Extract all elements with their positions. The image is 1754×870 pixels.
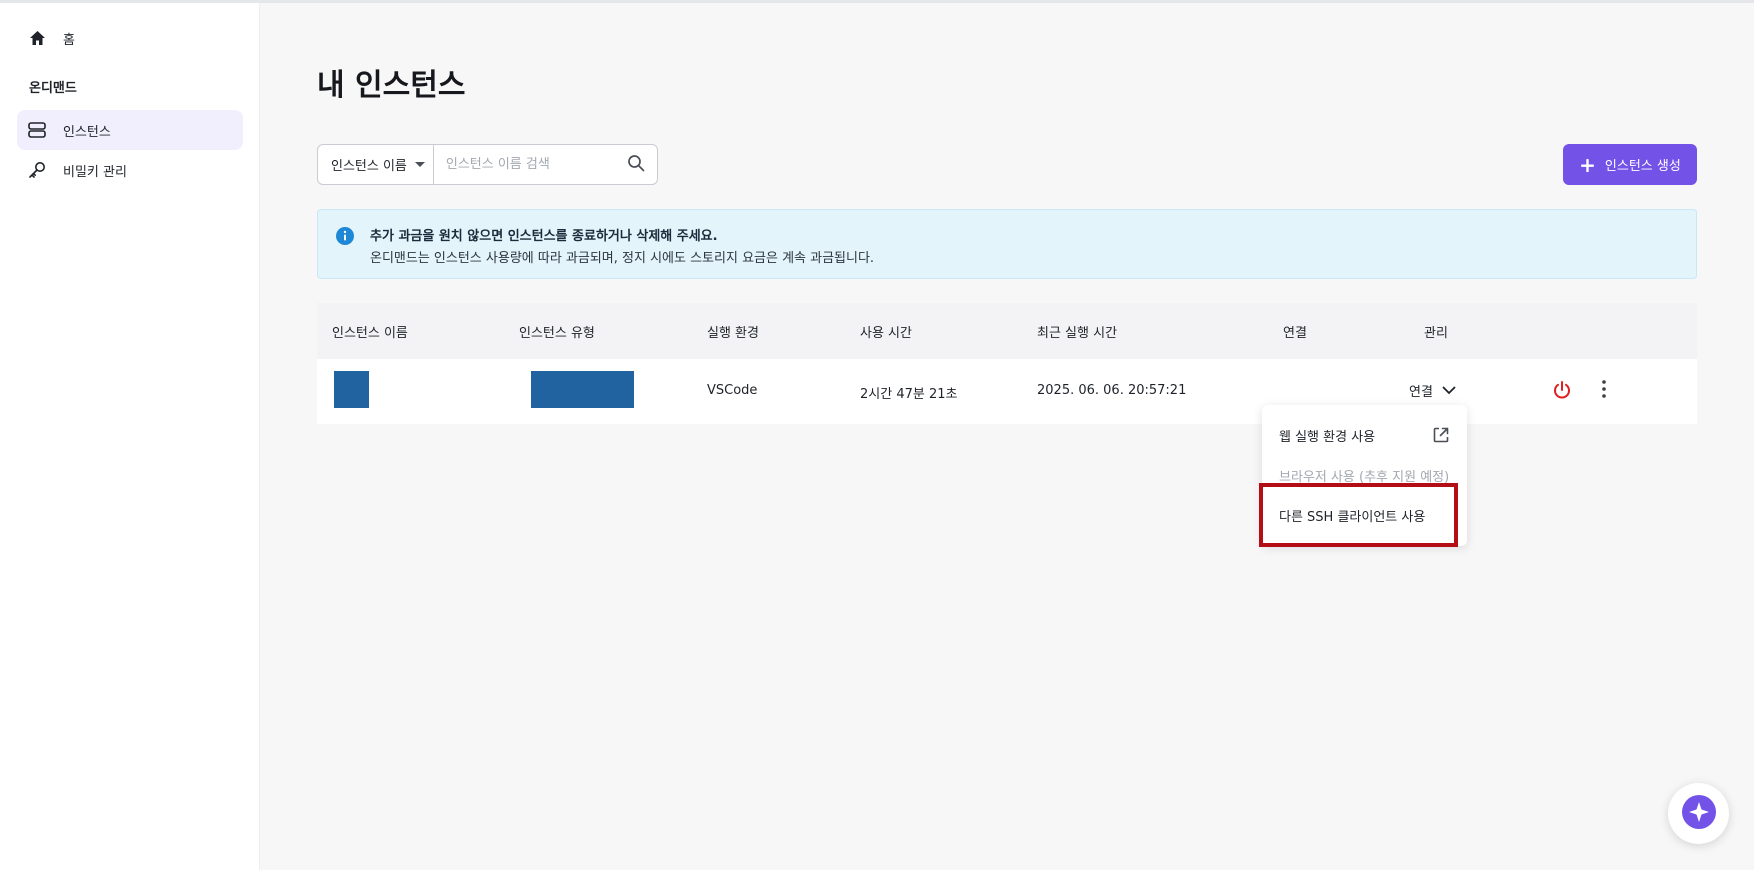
- redacted-instance-type: [531, 371, 634, 408]
- sidebar-item-secret-keys[interactable]: 비밀키 관리: [17, 150, 243, 190]
- more-options-icon[interactable]: [1600, 379, 1608, 403]
- caret-down-icon: [414, 162, 425, 167]
- menu-item-web-environment[interactable]: 웹 실행 환경 사용: [1262, 415, 1467, 455]
- sidebar-item-label: 인스턴스: [63, 124, 111, 140]
- column-header-name: 인스턴스 이름: [332, 326, 408, 341]
- cell-last-run: 2025. 06. 06. 20:57:21: [1037, 383, 1187, 398]
- external-link-icon: [1432, 426, 1450, 448]
- search-group: 인스턴스 이름: [317, 144, 658, 185]
- table-row: VSCode 2시간 47분 21초 2025. 06. 06. 20:57:2…: [317, 359, 1697, 424]
- chevron-down-icon: [1442, 386, 1456, 395]
- column-header-type: 인스턴스 유형: [519, 326, 595, 341]
- alert-message: 온디맨드는 인스턴스 사용량에 따라 과금되며, 정지 시에도 스토리지 요금은…: [370, 251, 875, 266]
- server-icon: [27, 120, 47, 140]
- search-filter-select[interactable]: 인스턴스 이름: [318, 145, 434, 184]
- create-instance-button[interactable]: + 인스턴스 생성: [1563, 144, 1697, 185]
- home-icon: [27, 28, 47, 48]
- table-header: 인스턴스 이름 인스턴스 유형 실행 환경 사용 시간 최근 실행 시간 연결 …: [317, 303, 1697, 359]
- plus-icon: +: [1579, 152, 1596, 177]
- menu-item-label: 다른 SSH 클라이언트 사용: [1279, 509, 1426, 525]
- redacted-instance-name: [334, 371, 369, 408]
- column-header-last-run: 최근 실행 시간: [1037, 326, 1118, 341]
- cell-environment: VSCode: [707, 383, 758, 398]
- instances-table: 인스턴스 이름 인스턴스 유형 실행 환경 사용 시간 최근 실행 시간 연결 …: [317, 303, 1697, 424]
- menu-item-label: 브라우저 사용 (추후 지원 예정): [1279, 469, 1450, 485]
- column-header-environment: 실행 환경: [707, 326, 759, 341]
- sidebar-item-label: 홈: [63, 32, 75, 48]
- column-header-connect: 연결: [1283, 326, 1307, 341]
- search-input[interactable]: [433, 145, 616, 184]
- page-title: 내 인스턴스: [317, 68, 466, 103]
- sidebar-item-instances[interactable]: 인스턴스: [17, 110, 243, 150]
- menu-item-label: 웹 실행 환경 사용: [1279, 429, 1376, 445]
- search-filter-label: 인스턴스 이름: [331, 159, 407, 174]
- billing-alert: 추가 과금을 원치 않으면 인스턴스를 종료하거나 삭제해 주세요. 온디맨드는…: [317, 209, 1697, 279]
- menu-item-browser: 브라우저 사용 (추후 지원 예정): [1262, 455, 1467, 495]
- info-icon: [336, 227, 354, 249]
- connect-dropdown-menu: 웹 실행 환경 사용 브라우저 사용 (추후 지원 예정) 다른 SSH 클라이…: [1262, 405, 1467, 546]
- key-icon: [27, 160, 47, 180]
- main-content: 내 인스턴스 인스턴스 이름 + 인스턴스 생성 추가 과금을 원치 않으면 인…: [260, 0, 1754, 870]
- alert-title: 추가 과금을 원치 않으면 인스턴스를 종료하거나 삭제해 주세요.: [370, 229, 718, 244]
- connect-dropdown-button[interactable]: 연결: [1409, 381, 1456, 400]
- sidebar-item-home[interactable]: 홈: [17, 18, 243, 58]
- search-button[interactable]: [616, 145, 657, 184]
- connect-label: 연결: [1409, 385, 1433, 400]
- column-header-usage-time: 사용 시간: [860, 326, 912, 341]
- cell-usage-time: 2시간 47분 21초: [860, 387, 958, 402]
- column-header-manage: 관리: [1424, 326, 1448, 341]
- sparkle-chat-icon: [1680, 793, 1718, 835]
- sidebar: 홈 온디맨드 인스턴스 비밀키 관리: [0, 0, 260, 870]
- assistant-button[interactable]: [1668, 783, 1729, 844]
- menu-item-other-ssh-client[interactable]: 다른 SSH 클라이언트 사용: [1262, 495, 1467, 535]
- search-icon: [627, 154, 645, 176]
- power-icon[interactable]: [1553, 380, 1571, 404]
- create-instance-label: 인스턴스 생성: [1604, 159, 1681, 174]
- sidebar-section-title: 온디맨드: [29, 81, 77, 96]
- sidebar-item-label: 비밀키 관리: [63, 164, 127, 180]
